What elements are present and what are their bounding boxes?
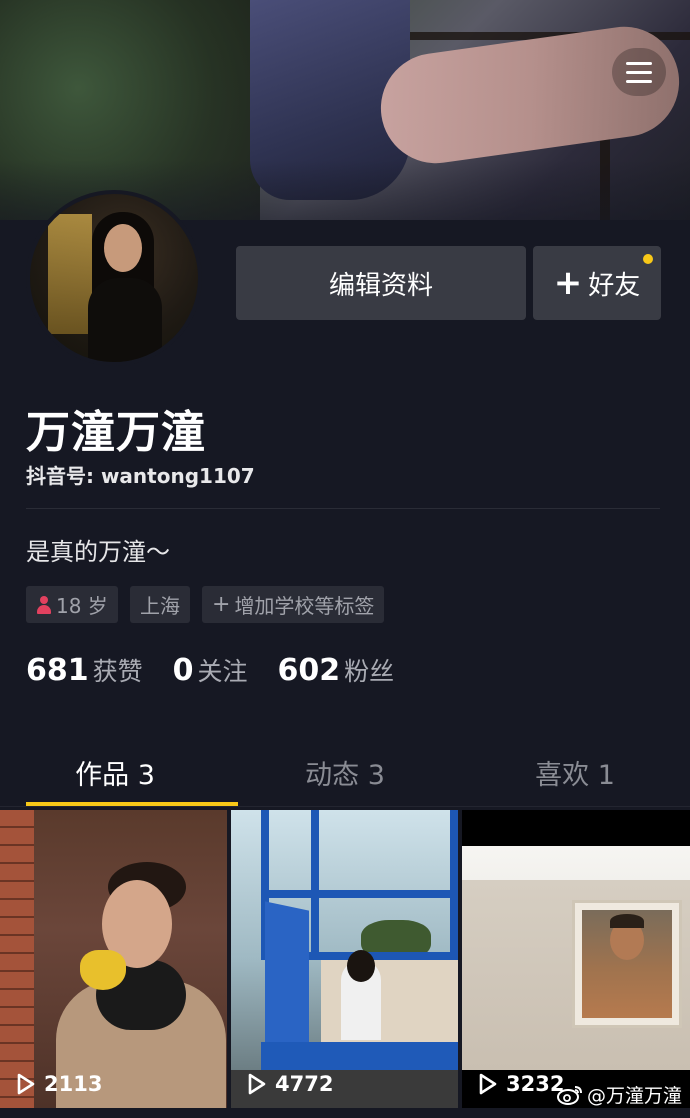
play-count: 4772 xyxy=(247,1072,333,1096)
stat-following[interactable]: 0 关注 xyxy=(173,652,248,688)
profile-bio: 是真的万潼～ xyxy=(26,538,170,566)
play-icon xyxy=(478,1073,498,1095)
divider xyxy=(26,508,660,509)
plus-icon: + xyxy=(553,263,583,303)
play-count: 2113 xyxy=(16,1072,102,1096)
weibo-logo-icon xyxy=(556,1084,583,1106)
play-icon xyxy=(16,1073,36,1095)
profile-name: 万潼万潼 xyxy=(26,407,206,458)
age-tag[interactable]: 18 岁 xyxy=(26,586,118,623)
add-tag-label: 增加学校等标签 xyxy=(234,594,375,618)
likes-label: 获赞 xyxy=(92,657,143,686)
play-count: 3232 xyxy=(478,1072,564,1096)
edit-profile-label: 编辑资料 xyxy=(328,270,433,301)
weibo-watermark: @万潼万潼 xyxy=(556,1081,682,1108)
edit-profile-button[interactable]: 编辑资料 xyxy=(236,246,526,320)
likes-count: 681 xyxy=(26,653,89,688)
play-count-value: 2113 xyxy=(44,1072,103,1096)
add-tag-button[interactable]: + 增加学校等标签 xyxy=(202,586,385,623)
stat-followers[interactable]: 602 粉丝 xyxy=(278,652,395,688)
profile-cover-image[interactable] xyxy=(0,0,690,220)
tab-likes[interactable]: 喜欢 1 xyxy=(460,738,690,806)
profile-stats: 681 获赞 0 关注 602 粉丝 xyxy=(26,652,424,688)
play-icon xyxy=(247,1073,267,1095)
hamburger-menu-icon[interactable] xyxy=(612,48,666,96)
female-person-icon xyxy=(36,595,52,615)
video-thumbnail[interactable]: 2113 xyxy=(0,810,227,1108)
tab-works[interactable]: 作品 3 xyxy=(0,738,238,806)
tab-bar-divider xyxy=(0,806,690,807)
watermark-text: @万潼万潼 xyxy=(586,1085,682,1107)
following-label: 关注 xyxy=(197,657,248,686)
followers-label: 粉丝 xyxy=(344,657,395,686)
age-label: 18 岁 xyxy=(56,594,108,618)
content-tabs: 作品 3 动态 3 喜欢 1 xyxy=(0,738,690,806)
video-thumbnail[interactable]: 4772 xyxy=(231,810,458,1108)
avatar[interactable] xyxy=(26,190,202,366)
douyin-id: 抖音号: wantong1107 xyxy=(26,464,255,488)
play-count-value: 4772 xyxy=(275,1072,334,1096)
tab-dynamics[interactable]: 动态 3 xyxy=(230,738,460,806)
plus-icon: + xyxy=(212,591,231,617)
add-friend-button[interactable]: + 好友 xyxy=(533,246,661,320)
notification-dot-icon xyxy=(643,254,653,264)
city-tag[interactable]: 上海 xyxy=(130,586,190,623)
video-thumbnail[interactable]: 3232 xyxy=(462,810,690,1108)
city-label: 上海 xyxy=(140,594,180,618)
following-count: 0 xyxy=(172,653,194,688)
add-friend-label: 好友 xyxy=(588,270,641,301)
followers-count: 602 xyxy=(277,653,341,688)
play-count-value: 3232 xyxy=(506,1072,565,1096)
video-grid: 2113 4772 3232 xyxy=(0,810,690,1108)
stat-likes[interactable]: 681 获赞 xyxy=(26,652,143,688)
